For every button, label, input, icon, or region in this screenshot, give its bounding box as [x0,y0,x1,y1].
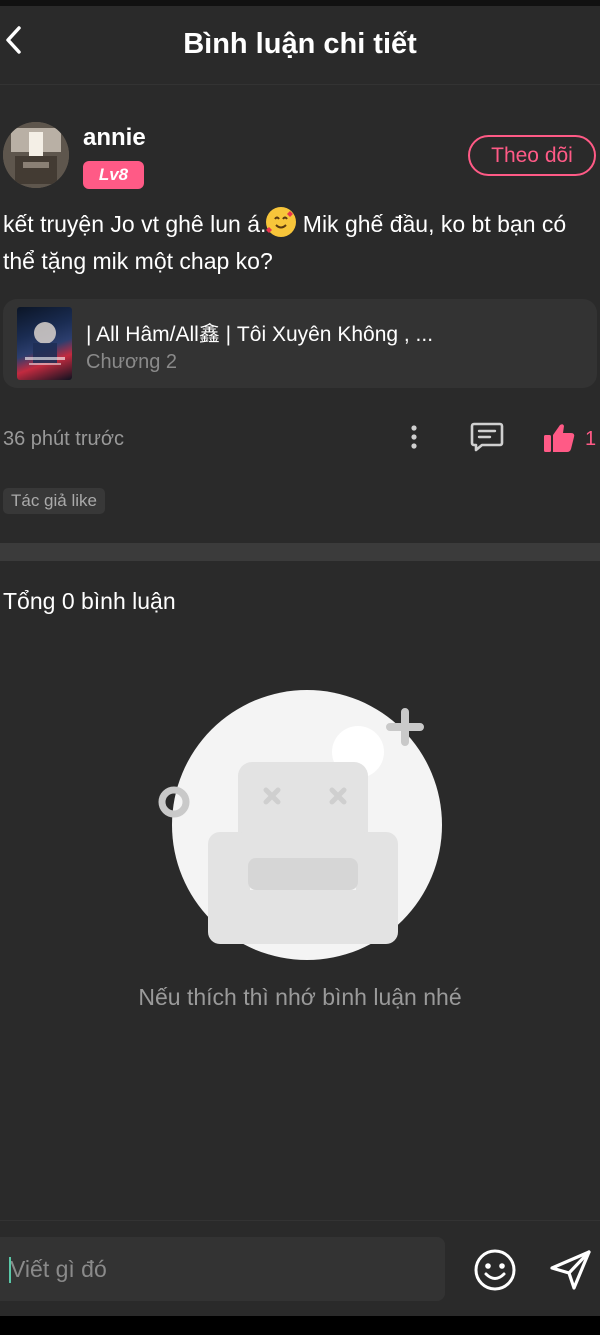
username[interactable]: annie [83,124,146,152]
more-icon [411,425,417,449]
story-title[interactable]: | All Hâm/All鑫 | Tôi Xuyên Không , ... [86,318,433,348]
smiling-face-hearts-icon [266,207,297,237]
comment-input-bar: Viết gì đó [0,1220,600,1316]
like-count: 1 [585,428,597,450]
thumbs-up-icon [544,424,575,452]
follow-button[interactable]: Theo dõi [468,135,596,176]
comment-text-part1: kết truyện Jo vt ghê lun á. [3,211,267,237]
page-title: Bình luận chi tiết [183,28,417,60]
story-card[interactable]: | All Hâm/All鑫 | Tôi Xuyên Không , ... C… [3,299,597,388]
story-cover-image [17,307,72,380]
story-chapter: Chương 2 [86,351,177,373]
level-badge: Lv8 [83,161,144,189]
section-divider [0,543,600,561]
comment-text: kết truyện Jo vt ghê lun á. Mik ghế đầu,… [3,206,597,280]
send-button[interactable] [547,1247,595,1293]
navigation-strip [0,1316,600,1335]
comment-time: 36 phút trước [3,428,125,450]
author-like-tag: Tác giả like [3,488,105,514]
empty-sofa-illustration [150,690,450,970]
header: Bình luận chi tiết [0,6,600,85]
like-button[interactable]: 1 [541,420,600,456]
avatar[interactable] [3,122,69,188]
emoji-button[interactable] [472,1247,518,1293]
empty-state-text: Nếu thích thì nhớ bình luận nhé [138,984,462,1010]
more-button[interactable] [402,420,426,456]
send-icon [550,1250,591,1290]
emoji-icon [474,1249,516,1291]
text-caret [9,1257,11,1283]
reply-icon [470,422,504,452]
total-comments-label: Tổng 0 bình luận [3,588,176,614]
comment-input-placeholder: Viết gì đó [10,1256,107,1282]
comment-input[interactable]: Viết gì đó [0,1237,445,1301]
reply-button[interactable] [469,420,505,454]
